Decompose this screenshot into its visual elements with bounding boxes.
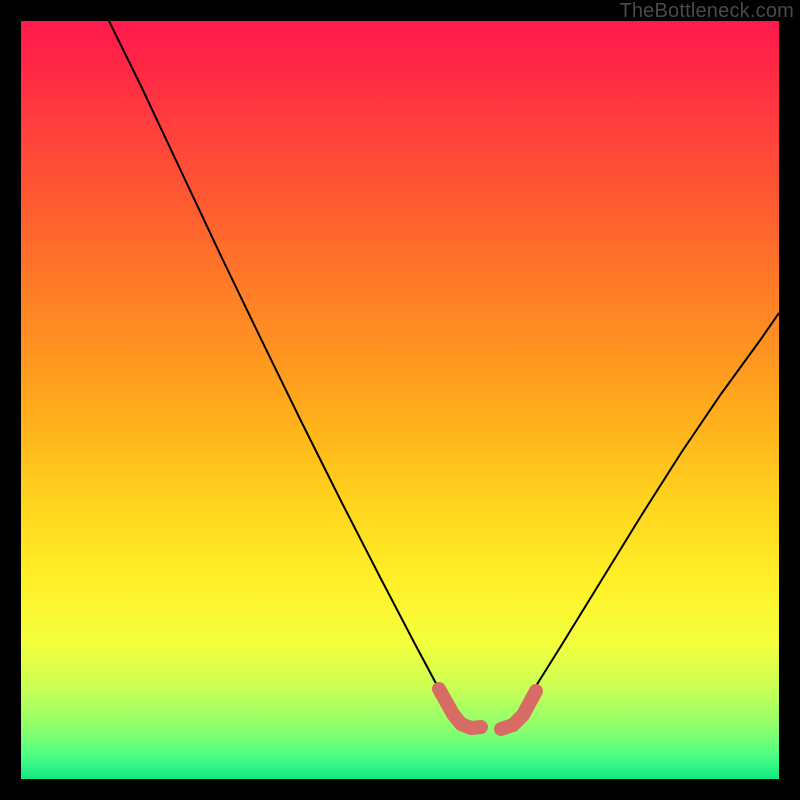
chart-svg <box>21 21 779 779</box>
curve-right <box>521 313 779 711</box>
chart-frame <box>21 21 779 779</box>
curve-left <box>109 21 451 711</box>
watermark-text: TheBottleneck.com <box>619 0 794 23</box>
curve-right-tip <box>501 691 536 729</box>
curve-left-tip <box>439 689 481 728</box>
root-container: TheBottleneck.com <box>0 0 800 800</box>
